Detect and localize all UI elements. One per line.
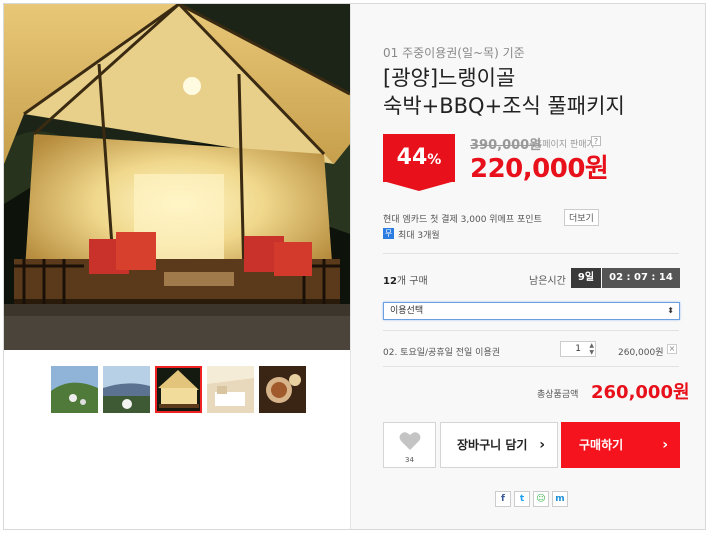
select-arrow-icon: ⬍ — [667, 306, 674, 315]
like-count: 34 — [405, 456, 414, 464]
selected-option-price: 260,000원 — [618, 348, 664, 358]
divider — [383, 253, 679, 254]
discount-number: 44 — [396, 145, 428, 170]
share-bar: f t ☺ m — [495, 491, 568, 507]
product-gallery — [4, 4, 350, 529]
product-info-panel: 01 주중이용권(일~목) 기준 [광양]느랭이골 숙박+BBQ+조식 풀패키지… — [350, 4, 705, 529]
discount-badge: 44% — [383, 134, 455, 182]
thumbnail-3-selected[interactable] — [155, 366, 202, 413]
remove-option-button[interactable]: × — [667, 344, 677, 354]
card-benefit-text: 현대 엠카드 첫 결제 3,000 위메프 포인트 — [383, 215, 542, 225]
remaining-time: 02 : 07 : 14 — [602, 268, 680, 288]
buy-button-label: 구매하기 — [579, 438, 624, 452]
like-button[interactable]: 34 — [383, 422, 436, 468]
product-title-line1: [광양]느랭이골 — [383, 66, 516, 90]
help-icon[interactable]: ? — [591, 136, 601, 146]
selected-option-name: 02. 토요일/공휴일 전일 이용권 — [383, 348, 501, 358]
thumbnail-4[interactable] — [207, 366, 254, 413]
chevron-right-icon: › — [539, 437, 545, 453]
add-to-cart-button[interactable]: 장바구니 담기 › — [440, 422, 558, 468]
thumbnail-2[interactable] — [103, 366, 150, 413]
main-product-photo — [4, 4, 350, 350]
option-select-value: 이용선택 — [390, 306, 424, 316]
remaining-time-label: 남은시간 — [529, 276, 566, 287]
quantity-stepper[interactable]: 1 ▲ ▼ — [560, 341, 596, 357]
kakao-icon[interactable]: ☺ — [533, 491, 549, 507]
total-price-label: 총상품금액 — [537, 390, 579, 400]
divider — [383, 366, 679, 367]
quantity-down-icon[interactable]: ▼ — [589, 349, 594, 356]
product-title: [광양]느랭이골 숙박+BBQ+조식 풀패키지 — [383, 64, 625, 120]
buy-button[interactable]: 구매하기 › — [561, 422, 680, 468]
sale-price: 220,000원 — [470, 154, 609, 184]
installment-badge: 무 — [383, 228, 394, 239]
product-subtitle: 01 주중이용권(일~목) 기준 — [383, 46, 525, 60]
thumbnail-1[interactable] — [51, 366, 98, 413]
product-title-line2: 숙박+BBQ+조식 풀패키지 — [383, 94, 625, 118]
product-frame: 01 주중이용권(일~목) 기준 [광양]느랭이골 숙박+BBQ+조식 풀패키지… — [3, 3, 706, 530]
chevron-right-icon: › — [662, 437, 668, 453]
remaining-days: 9일 — [571, 268, 601, 288]
facebook-icon[interactable]: f — [495, 491, 511, 507]
twitter-icon[interactable]: t — [514, 491, 530, 507]
thumbnail-strip — [51, 366, 306, 413]
cart-button-label: 장바구니 담기 — [457, 438, 528, 452]
me2day-icon[interactable]: m — [552, 491, 568, 507]
heart-icon — [399, 432, 421, 450]
total-price: 260,000원 — [591, 382, 690, 403]
thumbnail-5[interactable] — [259, 366, 306, 413]
more-benefits-button[interactable]: 더보기 — [564, 209, 599, 226]
installment-text: 최대 3개월 — [398, 231, 440, 241]
sold-count: 12개 구매 — [383, 272, 428, 287]
discount-unit: % — [427, 152, 442, 168]
sold-count-number: 12 — [383, 276, 397, 287]
discount-badge-tip — [383, 181, 455, 191]
sold-count-suffix: 개 구매 — [396, 276, 428, 287]
quantity-up-icon[interactable]: ▲ — [589, 342, 594, 349]
quantity-value: 1 — [575, 344, 581, 354]
option-select[interactable]: 이용선택 ⬍ — [383, 302, 680, 320]
divider — [383, 330, 679, 331]
